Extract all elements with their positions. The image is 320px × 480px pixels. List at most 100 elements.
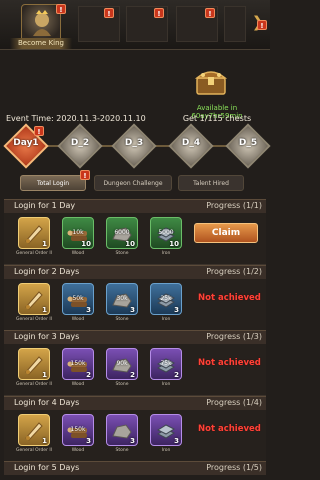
- reward-item[interactable]: 150k 2: [62, 348, 94, 380]
- item-name: Stone: [115, 448, 129, 453]
- item-quantity: 3: [86, 437, 91, 445]
- item-quantity: 2: [86, 371, 91, 379]
- reward-item[interactable]: 3: [150, 414, 182, 446]
- section-progress: Progress (1/3): [206, 332, 262, 341]
- reward-section: Login for 1 Day Progress (1/1) 1 General Or…: [4, 199, 266, 265]
- reward-item[interactable]: 3: [106, 414, 138, 446]
- item-quantity: 10: [81, 240, 91, 248]
- item-amount: 5000: [158, 229, 174, 236]
- item-quantity: 10: [169, 240, 179, 248]
- item-name: Stone: [115, 317, 129, 322]
- item-quantity: 1: [42, 306, 47, 314]
- item-quantity: 2: [130, 371, 135, 379]
- reward-item[interactable]: 75k 2: [150, 348, 182, 380]
- day-label: D_2: [70, 138, 90, 148]
- day-label: D_3: [124, 138, 144, 148]
- item-amount: 150k: [70, 426, 86, 433]
- section-body: 1 General Order II 10k 10 Wood 6000 10 Stone 500…: [4, 213, 266, 265]
- item-quantity: 2: [174, 371, 179, 379]
- item-name: General Order II: [15, 251, 53, 256]
- section-progress: Progress (1/5): [206, 463, 262, 472]
- item-amount: 6000: [114, 229, 130, 236]
- item-name: Wood: [71, 382, 85, 387]
- item-name: Iron: [161, 251, 171, 256]
- item-name: Iron: [161, 317, 171, 322]
- reward-section: Login for 5 Days Progress (1/5): [4, 461, 266, 475]
- avatar-label: Become King: [10, 38, 72, 49]
- section-body: 1 General Order II 150k 3 Wood 3 Stone 3 Iron Not…: [4, 410, 266, 462]
- item-quantity: 1: [42, 371, 47, 379]
- reward-item[interactable]: 1: [18, 283, 50, 315]
- notification-badge: !: [104, 8, 114, 18]
- item-quantity: 3: [130, 306, 135, 314]
- item-amount: 25k: [160, 295, 172, 302]
- section-title: Login for 1 Day: [14, 201, 76, 210]
- not-achieved-label: Not achieved: [198, 358, 261, 368]
- item-name: Iron: [161, 382, 171, 387]
- king-icon: [33, 10, 51, 36]
- section-title: Login for 2 Days: [14, 267, 80, 276]
- item-quantity: 3: [174, 306, 179, 314]
- item-quantity: 3: [130, 437, 135, 445]
- reward-item[interactable]: 30k 3: [106, 283, 138, 315]
- tab-slot-4[interactable]: [224, 6, 246, 42]
- reward-section: Login for 4 Days Progress (1/4) 1 General O…: [4, 396, 266, 462]
- tab-total-login[interactable]: Total Login: [20, 175, 86, 191]
- item-name: General Order II: [15, 317, 53, 322]
- section-header: Login for 4 Days Progress (1/4): [4, 396, 266, 410]
- notification-badge: !: [257, 20, 267, 30]
- reward-section: Login for 2 Days Progress (1/2) 1 General O…: [4, 265, 266, 331]
- section-header: Login for 3 Days Progress (1/3): [4, 330, 266, 344]
- reward-item[interactable]: 50k 3: [62, 283, 94, 315]
- section-body: 1 General Order II 150k 2 Wood 90k 2 Stone 75k 2 I…: [4, 344, 266, 396]
- reward-item[interactable]: 5000 10: [150, 217, 182, 249]
- item-name: General Order II: [15, 382, 53, 387]
- day-label: D_5: [238, 138, 258, 148]
- event-time: Event Time: 2020.11.3-2020.11.10: [6, 114, 146, 123]
- section-header: Login for 5 Days Progress (1/5): [4, 461, 266, 475]
- item-amount: 75k: [160, 360, 172, 367]
- treasure-chest-icon[interactable]: [194, 66, 228, 96]
- claim-button[interactable]: Claim: [194, 223, 258, 243]
- item-amount: 150k: [70, 360, 86, 367]
- notification-badge: !: [80, 170, 90, 180]
- reward-item[interactable]: 25k 3: [150, 283, 182, 315]
- section-progress: Progress (1/4): [206, 398, 262, 407]
- item-name: Iron: [161, 448, 171, 453]
- reward-item[interactable]: 150k 3: [62, 414, 94, 446]
- item-amount: 30k: [116, 295, 128, 302]
- notification-badge: !: [56, 4, 66, 14]
- section-title: Login for 4 Days: [14, 398, 80, 407]
- notification-badge: !: [205, 8, 215, 18]
- tab-dungeon-challenge[interactable]: Dungeon Challenge: [94, 175, 172, 191]
- day-label: Day1: [13, 138, 39, 148]
- not-achieved-label: Not achieved: [198, 424, 261, 434]
- reward-item[interactable]: 1: [18, 348, 50, 380]
- tab-talent-hired[interactable]: Talent Hired: [178, 175, 244, 191]
- item-name: General Order II: [15, 448, 53, 453]
- item-quantity: 1: [42, 240, 47, 248]
- reward-item[interactable]: 10k 10: [62, 217, 94, 249]
- reward-item[interactable]: 1: [18, 217, 50, 249]
- item-name: Wood: [71, 448, 85, 453]
- top-bar: ! Become King ! ! ! ❯ !: [0, 0, 270, 50]
- day-label: D_4: [181, 138, 201, 148]
- section-title: Login for 5 Days: [14, 463, 80, 472]
- item-name: Stone: [115, 251, 129, 256]
- item-name: Stone: [115, 382, 129, 387]
- section-progress: Progress (1/1): [206, 201, 262, 210]
- item-quantity: 1: [42, 437, 47, 445]
- item-quantity: 3: [174, 437, 179, 445]
- item-amount: 90k: [116, 360, 128, 367]
- item-name: Wood: [71, 317, 85, 322]
- section-progress: Progress (1/2): [206, 267, 262, 276]
- reward-item[interactable]: 6000 10: [106, 217, 138, 249]
- notification-badge: !: [34, 126, 44, 136]
- not-achieved-label: Not achieved: [198, 293, 261, 303]
- chest-count: Get 1/115 chests: [182, 114, 252, 123]
- item-quantity: 10: [125, 240, 135, 248]
- section-header: Login for 1 Day Progress (1/1): [4, 199, 266, 213]
- reward-item[interactable]: 1: [18, 414, 50, 446]
- reward-item[interactable]: 90k 2: [106, 348, 138, 380]
- item-amount: 10k: [72, 229, 84, 236]
